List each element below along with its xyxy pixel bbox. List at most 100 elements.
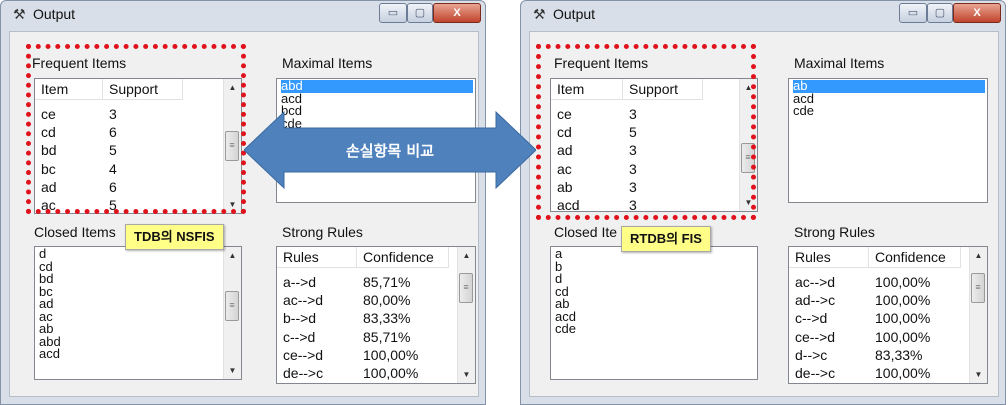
cell-key: d-->c — [795, 346, 828, 363]
cell-key: de-->c — [283, 364, 324, 381]
cell-key: ce-->d — [283, 346, 324, 363]
cell-value: 100,00% — [875, 310, 931, 327]
table-row[interactable]: ac-->d 80,00% — [277, 291, 449, 309]
list-item[interactable]: abd — [39, 335, 241, 349]
list-item[interactable]: acd — [281, 92, 475, 106]
closed-items: d cd bd bc ad ac ab abd acd — [35, 247, 241, 361]
app-icon: ⚒ — [533, 6, 546, 22]
scroll-down-icon[interactable]: ▼ — [970, 366, 987, 383]
arrow-label: 손실항목 비교 — [345, 142, 435, 160]
closed-items-label: Closed Items — [34, 224, 116, 240]
strong-rules-list[interactable]: Rules Confidence ac-->d 100,00% ad-->c 100,… — [788, 246, 988, 384]
table-row[interactable]: d-->c 83,33% — [789, 346, 961, 364]
closed-items: a b d cd ab acd cde — [551, 247, 757, 336]
column-header-confidence[interactable]: Confidence — [357, 247, 449, 267]
table-row[interactable]: c-->d 85,71% — [277, 328, 449, 346]
cell-value: 100,00% — [875, 364, 931, 381]
table-row[interactable]: b-->d 83,33% — [277, 309, 449, 327]
scroll-thumb[interactable]: ≡ — [971, 273, 985, 303]
scrollbar[interactable]: ▲ ≡ ▼ — [457, 247, 475, 383]
rules-rows: a-->d 85,71% ac-->d 80,00% b-->d 83,33% c-->d 8… — [277, 273, 449, 382]
column-header-rules[interactable]: Rules — [277, 247, 357, 267]
list-header: Rules Confidence — [789, 247, 961, 268]
table-row[interactable]: ce-->d 100,00% — [277, 346, 449, 364]
cell-value: 83,33% — [363, 310, 411, 327]
list-item[interactable]: ac — [39, 310, 241, 324]
closed-items-list[interactable]: a b d cd ab acd cde — [550, 246, 758, 380]
list-item[interactable]: cde — [793, 104, 987, 118]
highlight-box-left — [26, 44, 246, 214]
maximal-items-list[interactable]: ab acd cde — [788, 78, 988, 203]
cell-value: 100,00% — [875, 328, 931, 345]
closed-items-list[interactable]: d cd bd bc ad ac ab abd acd ▲ ≡ ▼ — [34, 246, 242, 380]
table-row[interactable]: ce-->d 100,00% — [789, 328, 961, 346]
maximize-button[interactable]: ▢ — [927, 3, 953, 23]
rules-rows: ac-->d 100,00% ad-->c 100,00% c-->d 100,00% ce… — [789, 273, 961, 382]
table-row[interactable]: a-->d 85,71% — [277, 273, 449, 291]
list-item[interactable]: b — [555, 260, 757, 274]
cell-value: 100,00% — [363, 364, 419, 381]
list-item[interactable]: acd — [555, 310, 757, 324]
cell-key: a-->d — [283, 274, 317, 290]
column-header-rules[interactable]: Rules — [789, 247, 869, 267]
cell-key: ac-->d — [795, 274, 836, 290]
table-row[interactable]: de-->c 100,00% — [789, 364, 961, 382]
cell-value: 100,00% — [363, 346, 419, 363]
cell-key: b-->d — [283, 310, 317, 327]
table-row[interactable]: ac-->d 100,00% — [789, 273, 961, 291]
title-bar[interactable]: ⚒ Output ▭ ▢ X — [521, 1, 1005, 27]
table-row[interactable]: ad-->c 100,00% — [789, 291, 961, 309]
close-button[interactable]: X — [953, 3, 1001, 23]
cell-key: ac-->d — [283, 292, 324, 309]
tag-left: TDB의 NSFIS — [125, 224, 224, 250]
scroll-thumb[interactable]: ≡ — [225, 291, 239, 321]
highlight-box-right — [536, 44, 756, 220]
list-item[interactable]: d — [555, 272, 757, 286]
maximal-items-label: Maximal Items — [794, 55, 885, 71]
scroll-up-icon[interactable]: ▲ — [970, 247, 987, 264]
cell-key: ce-->d — [795, 328, 836, 345]
strong-rules-label: Strong Rules — [794, 224, 875, 240]
cell-key: c-->d — [795, 310, 828, 327]
title-bar[interactable]: ⚒ Output ▭ ▢ X — [1, 1, 485, 27]
list-header: Rules Confidence — [277, 247, 449, 268]
scroll-up-icon[interactable]: ▲ — [224, 247, 241, 264]
table-row[interactable]: c-->d 100,00% — [789, 309, 961, 327]
list-item[interactable]: abd — [281, 79, 473, 93]
strong-rules-label: Strong Rules — [282, 224, 363, 240]
list-item[interactable]: ab — [555, 297, 757, 311]
minimize-button[interactable]: ▭ — [899, 3, 927, 23]
scrollbar[interactable]: ▲ ≡ ▼ — [223, 247, 241, 379]
list-item[interactable]: bc — [39, 285, 241, 299]
list-item[interactable]: ab — [39, 322, 241, 336]
scroll-down-icon[interactable]: ▼ — [458, 366, 475, 383]
list-item[interactable]: cde — [555, 322, 757, 336]
cell-key: c-->d — [283, 328, 316, 345]
window-title: Output — [33, 6, 76, 22]
maximal-items: ab acd cde — [789, 79, 987, 118]
list-item[interactable]: ad — [39, 297, 241, 311]
scroll-up-icon[interactable]: ▲ — [458, 247, 475, 264]
window-title: Output — [553, 6, 596, 22]
list-item[interactable]: acd — [793, 92, 987, 106]
scroll-down-icon[interactable]: ▼ — [224, 362, 241, 379]
cell-value: 100,00% — [875, 274, 931, 290]
list-item[interactable]: bd — [39, 272, 241, 286]
list-item[interactable]: cd — [555, 285, 757, 299]
list-item[interactable]: cd — [39, 260, 241, 274]
close-button[interactable]: X — [433, 3, 481, 23]
tag-right: RTDB의 FIS — [621, 226, 711, 252]
cell-value: 80,00% — [363, 292, 411, 309]
closed-items-label: Closed Ite — [554, 224, 618, 240]
list-item[interactable]: ab — [793, 79, 985, 93]
maximize-button[interactable]: ▢ — [407, 3, 433, 23]
scroll-thumb[interactable]: ≡ — [459, 273, 473, 303]
cell-value: 85,71% — [363, 328, 411, 345]
strong-rules-list[interactable]: Rules Confidence a-->d 85,71% ac-->d 80,00%… — [276, 246, 476, 384]
table-row[interactable]: de-->c 100,00% — [277, 364, 449, 382]
column-header-confidence[interactable]: Confidence — [869, 247, 961, 267]
list-item[interactable]: acd — [39, 347, 241, 361]
minimize-button[interactable]: ▭ — [379, 3, 407, 23]
scrollbar[interactable]: ▲ ≡ ▼ — [969, 247, 987, 383]
cell-value: 100,00% — [875, 292, 931, 309]
